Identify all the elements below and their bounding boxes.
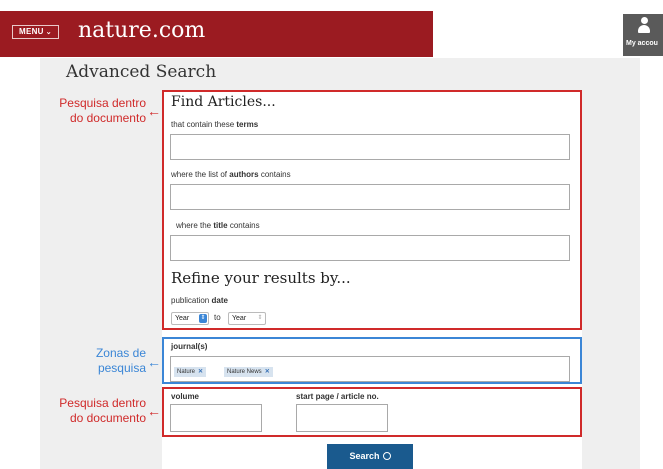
left-arrow-icon: ← (147, 354, 161, 370)
menu-button[interactable]: MENU ⌄ (12, 25, 59, 39)
annotation-label-3: Pesquisa dentro do documento (59, 396, 146, 425)
search-button-label: Search (349, 451, 380, 461)
left-arrow-icon: ← (147, 403, 161, 419)
my-account-button[interactable]: My accou (623, 14, 663, 56)
search-icon (382, 452, 391, 460)
annotation-box-search-zones (162, 337, 582, 384)
page-title: Advanced Search (66, 62, 217, 82)
annotation-box-document-search-2 (162, 387, 582, 437)
user-icon (637, 17, 651, 35)
chevron-down-icon: ⌄ (45, 29, 52, 36)
annotation-label-1: Pesquisa dentro do documento (59, 96, 146, 125)
menu-label: MENU (19, 27, 44, 36)
annotation-box-document-search (162, 90, 582, 330)
search-button[interactable]: Search (327, 444, 413, 469)
annotation-label-2: Zonas de pesquisa (95, 346, 146, 375)
site-logo[interactable]: nature.com (78, 16, 205, 46)
my-account-label: My accou (626, 40, 658, 47)
brand-bar (0, 11, 433, 57)
left-arrow-icon: ← (147, 103, 161, 119)
